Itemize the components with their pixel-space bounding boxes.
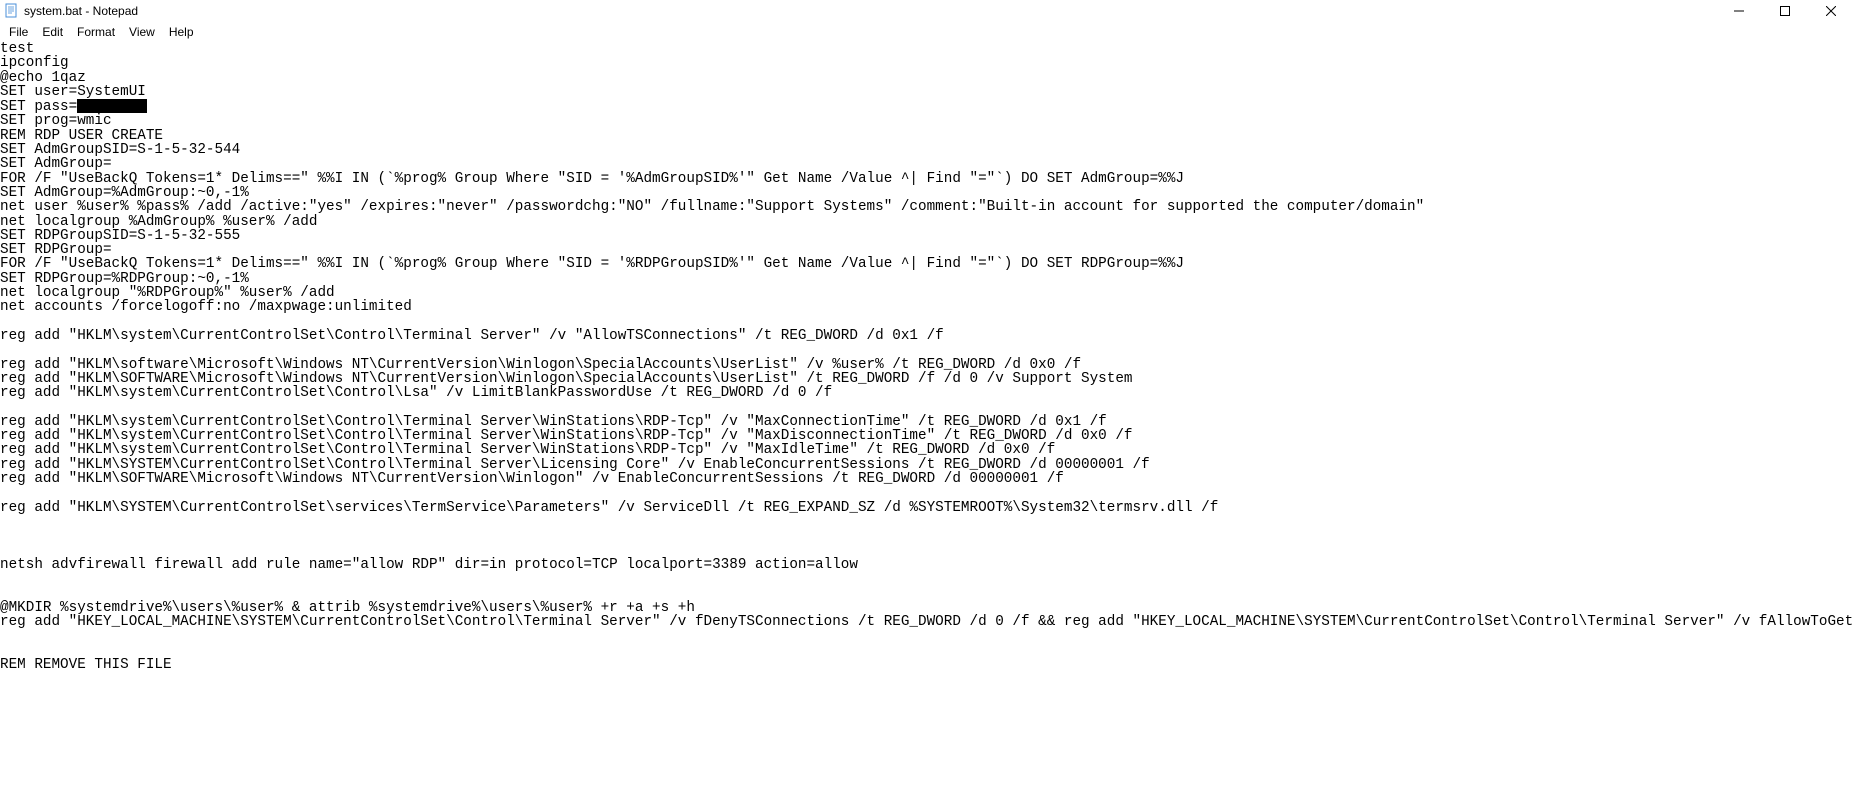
editor-line: netsh advfirewall firewall add rule name… <box>0 557 858 573</box>
editor-line: reg add "HKEY_LOCAL_MACHINE\SYSTEM\Curre… <box>0 614 1854 630</box>
editor-line: SET user=SystemUI <box>0 84 146 100</box>
close-button[interactable] <box>1808 0 1854 22</box>
minimize-button[interactable] <box>1716 0 1762 22</box>
editor-line: net accounts /forcelogoff:no /maxpwage:u… <box>0 299 412 315</box>
window-title: system.bat - Notepad <box>24 4 138 18</box>
editor-line: reg add "HKLM\SOFTWARE\Microsoft\Windows… <box>0 471 1064 487</box>
window-controls <box>1716 0 1854 22</box>
editor-line: reg add "HKLM\system\CurrentControlSet\C… <box>0 385 832 401</box>
editor-line: reg add "HKLM\system\CurrentControlSet\C… <box>0 328 944 344</box>
close-icon <box>1826 6 1836 16</box>
editor-line: REM REMOVE THIS FILE <box>0 657 172 673</box>
menu-file[interactable]: File <box>2 24 35 40</box>
titlebar: system.bat - Notepad <box>0 0 1854 22</box>
menu-format[interactable]: Format <box>70 24 122 40</box>
text-editor[interactable]: test ipconfig @echo 1qaz SET user=System… <box>0 42 1854 798</box>
menu-view[interactable]: View <box>122 24 162 40</box>
notepad-icon <box>4 3 20 19</box>
maximize-icon <box>1780 6 1790 16</box>
menubar: File Edit Format View Help <box>0 22 1854 42</box>
maximize-button[interactable] <box>1762 0 1808 22</box>
menu-edit[interactable]: Edit <box>35 24 70 40</box>
editor-line: reg add "HKLM\SYSTEM\CurrentControlSet\s… <box>0 500 1218 516</box>
redacted-password <box>77 99 147 113</box>
menu-help[interactable]: Help <box>162 24 201 40</box>
minimize-icon <box>1734 6 1744 16</box>
